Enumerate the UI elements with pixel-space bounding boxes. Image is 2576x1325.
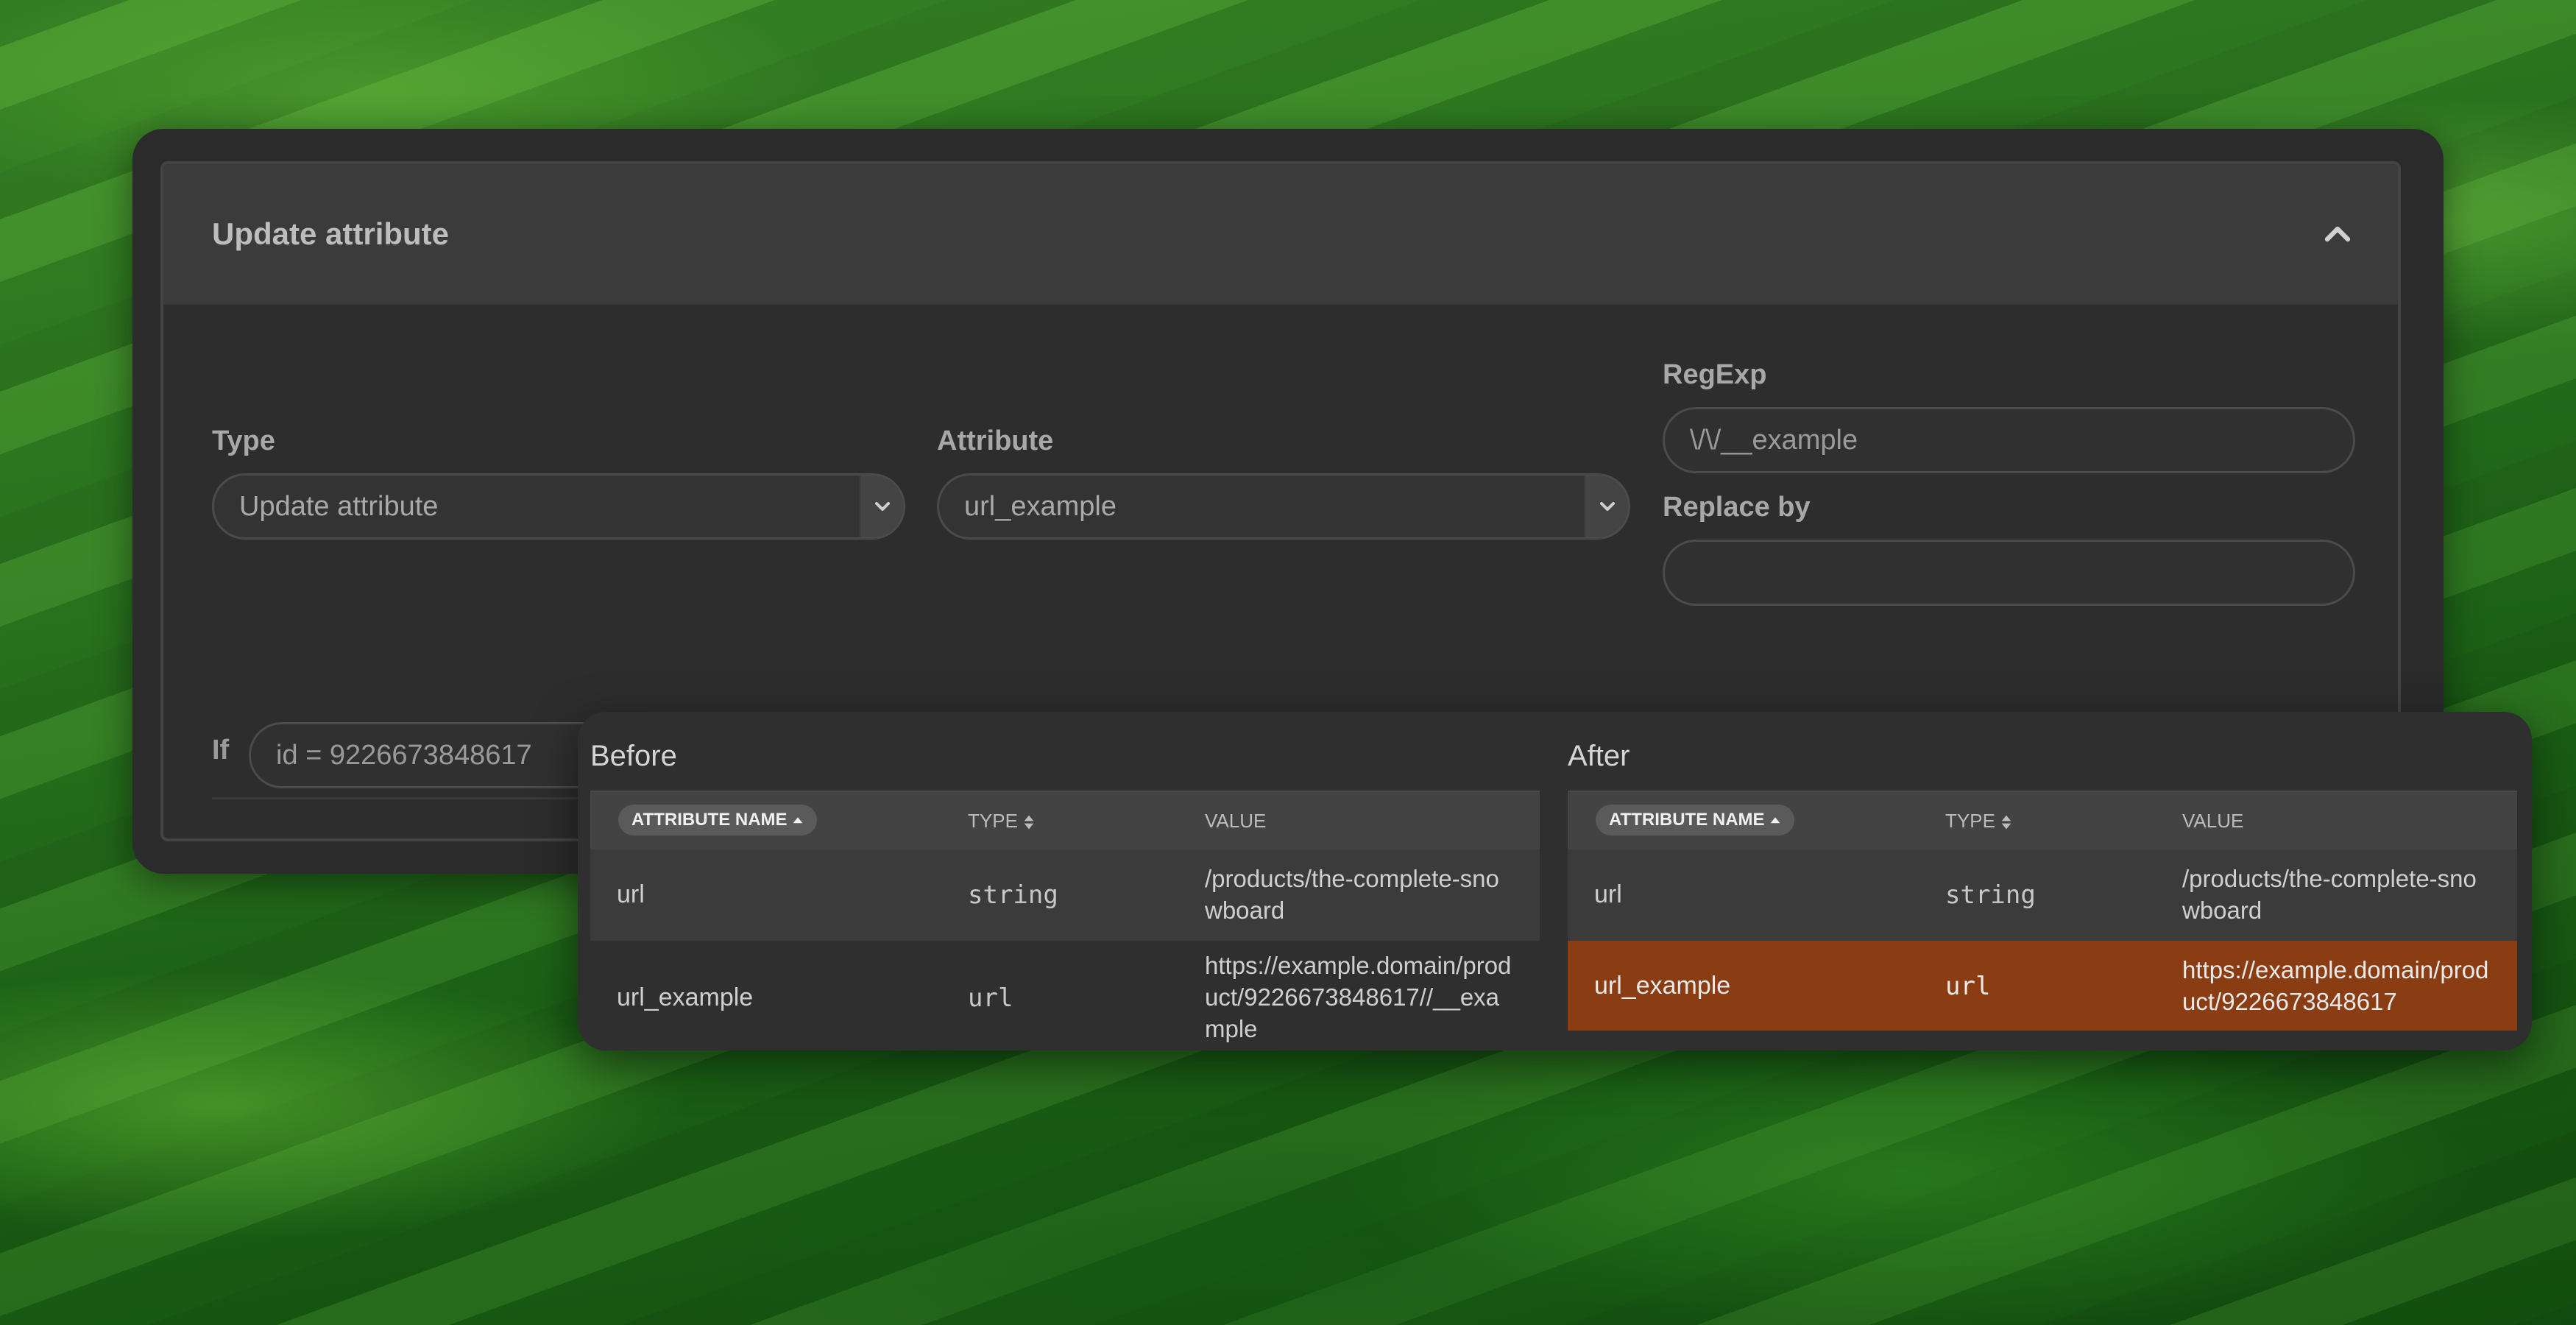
- before-table: ATTRIBUTE NAME TYPE VALUE url string /pr…: [590, 791, 1540, 1050]
- table-header: ATTRIBUTE NAME TYPE VALUE: [590, 791, 1540, 849]
- if-condition-value: id = 9226673848617: [276, 740, 532, 771]
- cell-attribute-name: url_example: [617, 983, 754, 1011]
- table-row-highlighted[interactable]: url_example url https://example.domain/p…: [1568, 941, 2517, 1031]
- table-row[interactable]: url string /products/the-complete-snowbo…: [1568, 849, 2517, 941]
- attribute-select-value: url_example: [964, 491, 1117, 522]
- cell-attribute-name: url: [617, 880, 645, 908]
- sort-both-icon: [1024, 815, 1034, 830]
- attribute-label: Attribute: [937, 425, 1054, 456]
- table-row[interactable]: url string /products/the-complete-snowbo…: [590, 849, 1540, 941]
- sort-both-icon: [2001, 815, 2011, 830]
- sort-asc-icon: [1770, 816, 1780, 823]
- sort-type-button[interactable]: TYPE: [1945, 792, 2012, 849]
- attribute-select-toggle[interactable]: [1584, 476, 1628, 537]
- cell-type: string: [968, 880, 1058, 910]
- cell-value: https://example.domain/product/922667384…: [1205, 952, 1512, 1042]
- before-section: Before ATTRIBUTE NAME TYPE VALUE url str…: [590, 712, 1540, 1050]
- type-select-value: Update attribute: [239, 491, 439, 522]
- if-label: If: [212, 735, 230, 766]
- regexp-input[interactable]: \/\/__example: [1663, 407, 2355, 473]
- attribute-select[interactable]: url_example: [937, 473, 1630, 540]
- cell-type: url: [1945, 972, 1991, 1001]
- column-header-value: VALUE: [2182, 810, 2244, 832]
- sort-type-button[interactable]: TYPE: [968, 792, 1035, 849]
- table-row[interactable]: url_example url https://example.domain/p…: [590, 941, 1540, 1050]
- cell-value: https://example.domain/product/922667384…: [2182, 956, 2489, 1015]
- type-select[interactable]: Update attribute: [212, 473, 905, 540]
- sort-asc-icon: [793, 816, 803, 823]
- preview-popover: Before ATTRIBUTE NAME TYPE VALUE url str…: [578, 712, 2532, 1050]
- after-section: After ATTRIBUTE NAME TYPE VALUE url stri…: [1568, 712, 2517, 1050]
- cell-attribute-name: url_example: [1594, 972, 1731, 1000]
- card-title: Update attribute: [212, 216, 450, 251]
- column-header-attribute-name: ATTRIBUTE NAME: [1609, 810, 1765, 830]
- type-select-toggle[interactable]: [859, 476, 903, 537]
- cell-value: /products/the-complete-snowboard: [2182, 865, 2477, 924]
- chevron-down-icon: [875, 502, 890, 511]
- column-header-type: TYPE: [1945, 810, 1995, 832]
- sort-attribute-name-button[interactable]: ATTRIBUTE NAME: [1596, 805, 1795, 835]
- card-header[interactable]: Update attribute: [163, 164, 2398, 305]
- after-table: ATTRIBUTE NAME TYPE VALUE url string /pr…: [1568, 791, 2517, 1031]
- before-title: Before: [590, 740, 677, 772]
- replace-by-input[interactable]: [1663, 540, 2355, 606]
- after-title: After: [1568, 740, 1630, 772]
- cell-type: url: [968, 983, 1013, 1013]
- regexp-label: RegExp: [1663, 359, 1767, 390]
- table-header: ATTRIBUTE NAME TYPE VALUE: [1568, 791, 2517, 849]
- column-header-type: TYPE: [968, 810, 1018, 832]
- chevron-down-icon: [1600, 502, 1615, 511]
- type-label: Type: [212, 425, 275, 456]
- column-header-value: VALUE: [1205, 810, 1267, 832]
- replace-by-label: Replace by: [1663, 492, 1811, 523]
- cell-value: /products/the-complete-snowboard: [1205, 865, 1499, 924]
- regexp-input-value: \/\/__example: [1690, 425, 1858, 456]
- cell-type: string: [1945, 880, 2036, 910]
- cell-attribute-name: url: [1594, 880, 1622, 908]
- chevron-up-icon[interactable]: [2320, 217, 2355, 252]
- column-header-attribute-name: ATTRIBUTE NAME: [631, 810, 788, 830]
- sort-attribute-name-button[interactable]: ATTRIBUTE NAME: [618, 805, 818, 835]
